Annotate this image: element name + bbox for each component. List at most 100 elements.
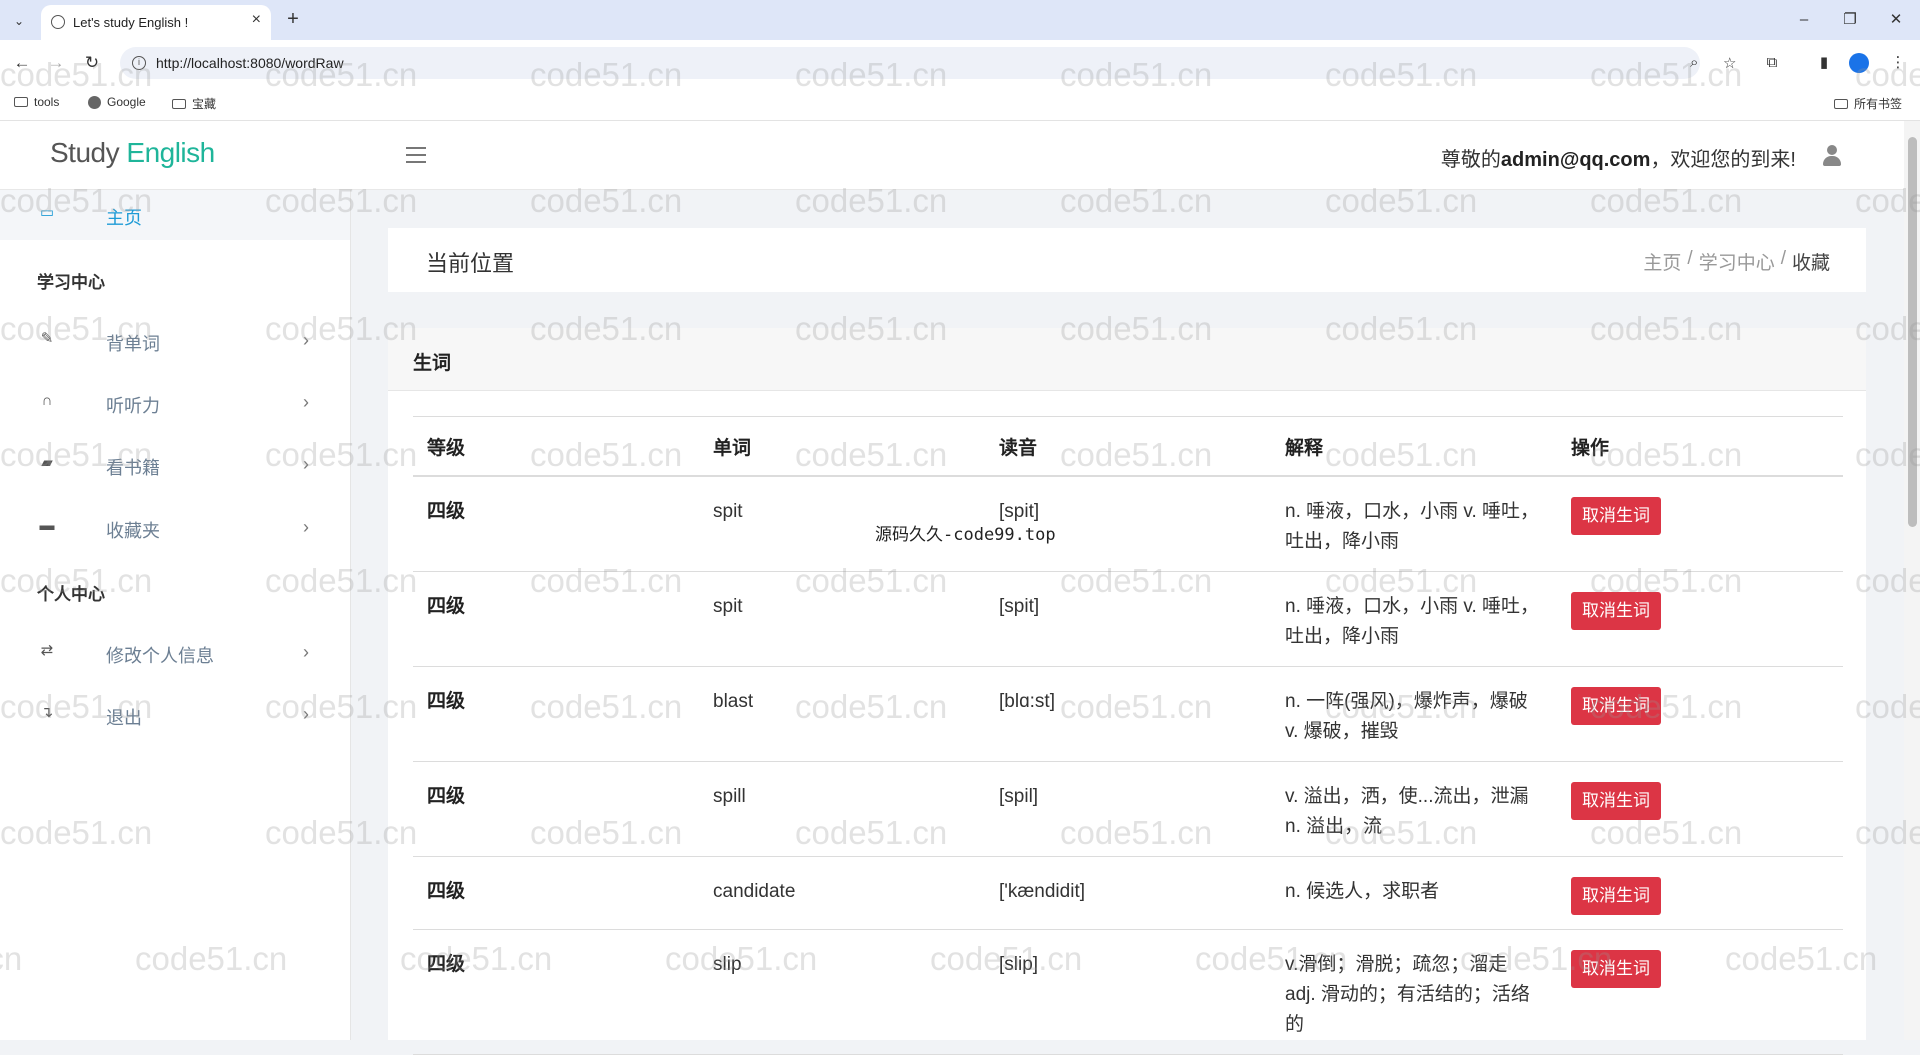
sidebar-item-books[interactable]: ▰ 看书籍 › <box>0 440 350 490</box>
sidebar: ▭ 主页 学习中心 ✎ 背单词 › ∩ 听听力 › ▰ 看书籍 › ▬ 收藏夹 … <box>0 190 351 1040</box>
logo[interactable]: Study English <box>50 137 215 169</box>
folder-open-icon: ▬ <box>39 517 55 534</box>
vocabulary-table: 等级 单词 读音 解释 操作 四级 spit [spit] n. 唾液，口水，小… <box>413 416 1843 1055</box>
column-header-action: 操作 <box>1557 416 1843 477</box>
bookmark-tools[interactable]: tools <box>14 95 59 109</box>
table-row: 四级 candidate ['kændidit] n. 候选人，求职者 取消生词 <box>413 856 1843 930</box>
cancel-new-word-button[interactable]: 取消生词 <box>1571 592 1661 630</box>
tab-title: Let's study English ! <box>73 15 189 30</box>
cell-action: 取消生词 <box>1557 929 1843 1055</box>
cell-meaning: n. 候选人，求职者 <box>1271 856 1557 930</box>
cancel-new-word-button[interactable]: 取消生词 <box>1571 950 1661 988</box>
cell-meaning: n. 唾液，口水，小雨 v. 唾吐，吐出，降小雨 <box>1271 476 1557 572</box>
minimize-icon[interactable]: – <box>1784 8 1824 32</box>
cell-meaning: n. 一阵(强风)，爆炸声，爆破 v. 爆破，摧毁 <box>1271 666 1557 762</box>
sidebar-item-edit-profile[interactable]: ⇄ 修改个人信息 › <box>0 628 350 678</box>
bookmark-label: Google <box>107 95 146 109</box>
reload-icon[interactable]: ↻ <box>80 51 104 75</box>
bookmark-star-icon[interactable]: ☆ <box>1723 54 1736 72</box>
cell-phonetic: [blɑ:st] <box>985 666 1271 762</box>
browser-toolbar: ← → ↻ i http://localhost:8080/wordRaw ⌕ … <box>0 40 1920 86</box>
cell-action: 取消生词 <box>1557 476 1843 572</box>
table-row: 四级 spill [spil] v. 溢出，洒，使...流出，泄漏 n. 溢出，… <box>413 761 1843 857</box>
card-header: 生词 <box>388 328 1866 391</box>
column-header-meaning: 解释 <box>1271 416 1557 477</box>
user-icon[interactable] <box>1822 145 1842 167</box>
page-title: 当前位置 <box>426 251 515 276</box>
close-tab-icon[interactable]: × <box>252 11 261 29</box>
new-tab-icon[interactable]: + <box>281 8 305 32</box>
bookmark-label: 宝藏 <box>192 97 217 111</box>
cell-action: 取消生词 <box>1557 666 1843 762</box>
cancel-new-word-button[interactable]: 取消生词 <box>1571 877 1661 915</box>
welcome-prefix: 尊敬的 <box>1440 149 1501 171</box>
site-info-icon[interactable]: i <box>132 56 146 70</box>
table-row: 四级 slip [slip] v.滑倒；滑脱；疏忽；溜走 adj. 滑动的；有活… <box>413 929 1843 1055</box>
sidebar-item-listening[interactable]: ∩ 听听力 › <box>0 378 350 428</box>
bookmark-label: 所有书签 <box>1854 97 1903 111</box>
browser-tab[interactable]: Let's study English ! × <box>41 5 271 40</box>
cancel-new-word-button[interactable]: 取消生词 <box>1571 497 1661 535</box>
sidebar-item-logout[interactable]: ↴ 退出 › <box>0 690 350 740</box>
bookmark-label: tools <box>34 95 60 109</box>
table-row: 四级 spit [spit] n. 唾液，口水，小雨 v. 唾吐，吐出，降小雨 … <box>413 476 1843 572</box>
cell-level: 四级 <box>413 666 699 762</box>
cell-word: blast <box>699 666 985 762</box>
tab-list-chevron-icon[interactable]: ⌄ <box>8 10 30 32</box>
sidebar-item-label: 退出 <box>106 708 142 728</box>
sidebar-section-personal: 个人中心 <box>37 585 105 604</box>
user-email: admin@qq.com <box>1500 149 1651 171</box>
browser-tab-bar: ⌄ Let's study English ! × + – ❐ ✕ <box>0 0 1920 40</box>
sidebar-item-label: 看书籍 <box>106 458 160 478</box>
breadcrumb-study-center[interactable]: 学习中心 <box>1699 248 1775 275</box>
sidebar-item-favorites[interactable]: ▬ 收藏夹 › <box>0 503 350 553</box>
cell-meaning: v. 溢出，洒，使...流出，泄漏 n. 溢出，流 <box>1271 761 1557 857</box>
column-header-level: 等级 <box>413 416 699 477</box>
forward-icon[interactable]: → <box>44 51 68 75</box>
cell-level: 四级 <box>413 476 699 572</box>
zoom-icon[interactable]: ⌕ <box>1690 54 1698 71</box>
app-header: Study English 尊敬的admin@qq.com，欢迎您的到来! <box>0 121 1904 190</box>
table-row: 四级 blast [blɑ:st] n. 一阵(强风)，爆炸声，爆破 v. 爆破… <box>413 666 1843 762</box>
url-text[interactable]: http://localhost:8080/wordRaw <box>156 55 344 71</box>
sidebar-item-label: 主页 <box>106 208 142 228</box>
cell-phonetic: [slip] <box>985 929 1271 1055</box>
sidebar-item-memorize-words[interactable]: ✎ 背单词 › <box>0 316 350 366</box>
cell-level: 四级 <box>413 761 699 857</box>
sidebar-section-study: 学习中心 <box>37 273 105 292</box>
close-window-icon[interactable]: ✕ <box>1876 8 1916 32</box>
cell-action: 取消生词 <box>1557 571 1843 667</box>
folder-icon <box>1834 98 1848 109</box>
bookmarks-bar: tools Google 宝藏 所有书签 <box>0 86 1920 121</box>
cell-level: 四级 <box>413 929 699 1055</box>
extensions-icon[interactable]: ⧉ <box>1760 51 1784 75</box>
breadcrumb-card: 当前位置 主页 / 学习中心 / 收藏 <box>388 228 1866 292</box>
book-icon: ▰ <box>41 454 53 471</box>
cancel-new-word-button[interactable]: 取消生词 <box>1571 687 1661 725</box>
sidebar-item-label: 修改个人信息 <box>106 646 214 666</box>
chevron-right-icon: › <box>303 517 309 537</box>
breadcrumb-current: 收藏 <box>1791 253 1830 274</box>
back-icon[interactable]: ← <box>10 51 34 75</box>
table-row: 四级 spit [spit] n. 唾液，口水，小雨 v. 唾吐，吐出，降小雨 … <box>413 571 1843 667</box>
sidebar-item-home[interactable]: ▭ 主页 <box>0 190 350 240</box>
address-bar[interactable]: i http://localhost:8080/wordRaw ⌕ ☆ <box>120 47 1736 79</box>
page-scrollbar[interactable] <box>1904 121 1920 1040</box>
bookmark-treasure[interactable]: 宝藏 <box>172 95 216 112</box>
menu-kebab-icon[interactable]: ⋮ <box>1886 51 1910 75</box>
cell-phonetic: ['kændidit] <box>985 856 1271 930</box>
hamburger-menu-icon[interactable] <box>406 147 426 163</box>
all-bookmarks[interactable]: 所有书签 <box>1834 95 1902 112</box>
restore-icon[interactable]: ❐ <box>1830 8 1870 32</box>
scrollbar-thumb[interactable] <box>1908 137 1917 527</box>
bookmark-google[interactable]: Google <box>88 95 146 109</box>
breadcrumb-home[interactable]: 主页 <box>1643 248 1681 275</box>
cancel-new-word-button[interactable]: 取消生词 <box>1571 782 1661 820</box>
cell-action: 取消生词 <box>1557 761 1843 857</box>
profile-avatar-icon[interactable] <box>1849 53 1869 73</box>
welcome-message: 尊敬的admin@qq.com，欢迎您的到来! <box>1441 143 1796 172</box>
side-panel-icon[interactable]: ▮ <box>1812 51 1836 75</box>
cell-word: candidate <box>699 856 985 930</box>
cell-meaning: v.滑倒；滑脱；疏忽；溜走 adj. 滑动的；有活结的；活络的 <box>1271 929 1557 1055</box>
chevron-right-icon: › <box>303 392 309 412</box>
